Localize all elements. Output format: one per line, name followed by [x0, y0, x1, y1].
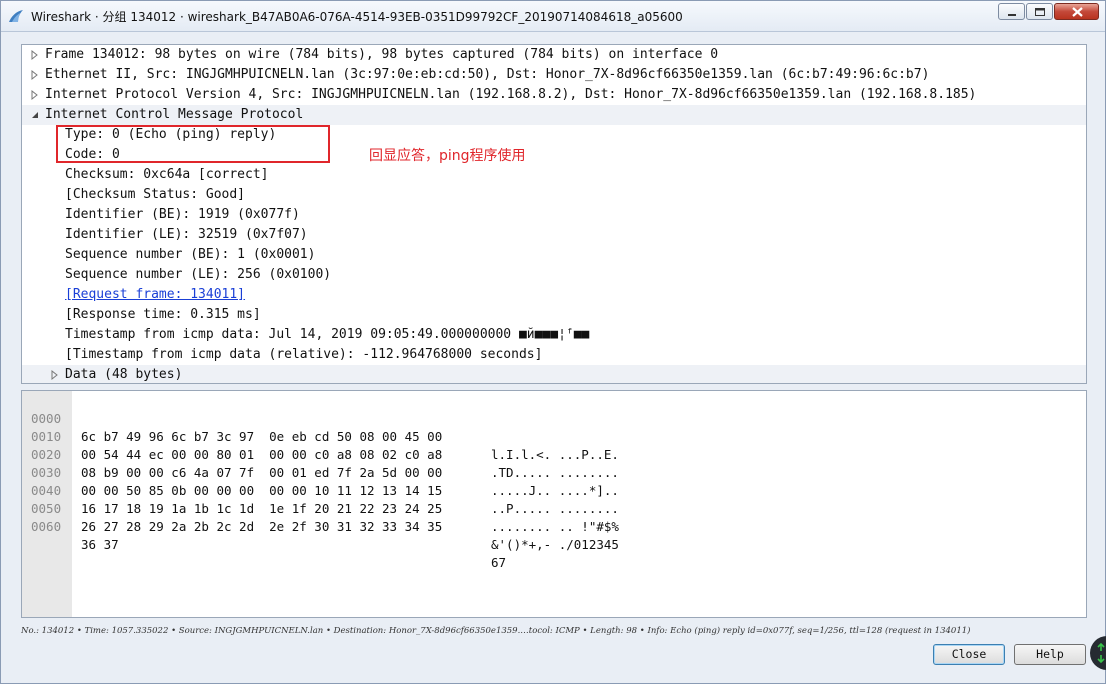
hex-bytes[interactable]: 26 27 28 29 2a 2b 2c 2d 2e 2f 30 31 32 3… [81, 518, 442, 536]
request-frame-link[interactable]: [Request frame: 134011] [65, 285, 245, 305]
hex-offset: 0060 [31, 519, 62, 534]
tree-row-label: Internet Control Message Protocol [45, 107, 304, 122]
hex-ascii[interactable]: l.I.l.<. ...P..E. [491, 446, 619, 464]
hex-row[interactable]: 0000 6c b7 49 96 6c b7 3c 97 0e eb cd 50… [22, 392, 619, 462]
hex-row[interactable]: 0030 00 00 50 85 0b 00 00 00 00 00 10 11… [22, 446, 619, 516]
tree-row-request-frame[interactable]: [Request frame: 134011] [22, 285, 1086, 305]
expand-arrow-icon[interactable] [30, 85, 40, 105]
tree-row-timestamp-relative[interactable]: [Timestamp from icmp data (relative): -1… [22, 345, 1086, 365]
hex-ascii[interactable]: .TD..... ........ [491, 464, 619, 482]
collapse-arrow-icon[interactable] [30, 105, 40, 125]
packet-summary-status: No.: 134012 • Time: 1057.335022 • Source… [21, 626, 971, 636]
tree-row-label: Internet Protocol Version 4, Src: INGJGM… [45, 87, 977, 102]
tree-row-code[interactable]: Code: 0 [22, 145, 1086, 165]
tree-row-seq-be[interactable]: Sequence number (BE): 1 (0x0001) [22, 245, 1086, 265]
close-icon [1072, 7, 1083, 17]
tree-row-label: Frame 134012: 98 bytes on wire (784 bits… [45, 47, 719, 62]
hex-bytes[interactable]: 36 37 [81, 536, 119, 554]
hex-row[interactable]: 0020 08 b9 00 00 c6 4a 07 7f 00 01 ed 7f… [22, 428, 619, 498]
help-button[interactable]: Help [1014, 644, 1086, 665]
tree-row-label: Code: 0 [65, 147, 120, 162]
network-activity-icon [1090, 636, 1106, 670]
tree-row-seq-le[interactable]: Sequence number (LE): 256 (0x0100) [22, 265, 1086, 285]
title-bar[interactable]: Wireshark · 分组 134012 · wireshark_B47AB0… [1, 1, 1105, 32]
tree-row-icmp[interactable]: Internet Control Message Protocol [22, 105, 1086, 125]
tree-row-label: Data (48 bytes) [65, 367, 183, 382]
tree-row-label: Type: 0 (Echo (ping) reply) [65, 127, 277, 142]
minimize-icon [1008, 14, 1016, 16]
hex-ascii[interactable]: .....J.. ....*].. [491, 482, 619, 500]
hex-bytes[interactable]: 6c b7 49 96 6c b7 3c 97 0e eb cd 50 08 0… [81, 428, 442, 446]
tree-row-checksum-status[interactable]: [Checksum Status: Good] [22, 185, 1086, 205]
tree-row-label: Sequence number (BE): 1 (0x0001) [65, 247, 316, 262]
tree-row-identifier-le[interactable]: Identifier (LE): 32519 (0x7f07) [22, 225, 1086, 245]
tree-row-identifier-be[interactable]: Identifier (BE): 1919 (0x077f) [22, 205, 1086, 225]
hex-bytes[interactable]: 00 00 50 85 0b 00 00 00 00 00 10 11 12 1… [81, 482, 442, 500]
expand-arrow-icon[interactable] [30, 65, 40, 85]
hex-ascii[interactable]: &'()*+,- ./012345 [491, 536, 619, 554]
window-close-button[interactable] [1054, 3, 1099, 20]
hex-ascii[interactable]: ..P..... ........ [491, 500, 619, 518]
minimize-button[interactable] [998, 3, 1025, 20]
close-button[interactable]: Close [933, 644, 1005, 665]
tree-row-label: Sequence number (LE): 256 (0x0100) [65, 267, 332, 282]
wireshark-fin-icon [9, 10, 23, 22]
packet-bytes-pane[interactable]: 0000 6c b7 49 96 6c b7 3c 97 0e eb cd 50… [21, 390, 1087, 618]
expand-arrow-icon[interactable] [30, 45, 40, 65]
tree-row-response-time[interactable]: [Response time: 0.315 ms] [22, 305, 1086, 325]
packet-window: Wireshark · 分组 134012 · wireshark_B47AB0… [0, 0, 1106, 684]
hex-bytes[interactable]: 00 54 44 ec 00 00 80 01 00 00 c0 a8 08 0… [81, 446, 442, 464]
tree-row-data[interactable]: Data (48 bytes) [22, 365, 1086, 384]
tree-row-label: [Checksum Status: Good] [65, 187, 246, 202]
maximize-icon [1035, 8, 1045, 16]
maximize-button[interactable] [1026, 3, 1053, 20]
window-title: Wireshark · 分组 134012 · wireshark_B47AB0… [31, 10, 683, 24]
hex-bytes[interactable]: 16 17 18 19 1a 1b 1c 1d 1e 1f 20 21 22 2… [81, 500, 442, 518]
tree-row-label: Identifier (BE): 1919 (0x077f) [65, 207, 300, 222]
hex-row[interactable]: 0060 36 37 67 [22, 500, 506, 570]
tree-row-ethernet[interactable]: Ethernet II, Src: INGJGMHPUICNELN.lan (3… [22, 65, 1086, 85]
hex-bytes[interactable]: 08 b9 00 00 c6 4a 07 7f 00 01 ed 7f 2a 5… [81, 464, 442, 482]
tree-row-label: [Response time: 0.315 ms] [65, 307, 261, 322]
hex-row[interactable]: 0010 00 54 44 ec 00 00 80 01 00 00 c0 a8… [22, 410, 619, 480]
tree-row-checksum[interactable]: Checksum: 0xc64a [correct] [22, 165, 1086, 185]
expand-arrow-icon[interactable] [50, 365, 60, 384]
packet-details-tree[interactable]: Frame 134012: 98 bytes on wire (784 bits… [21, 44, 1087, 384]
tree-row-label: Identifier (LE): 32519 (0x7f07) [65, 227, 308, 242]
tree-row-label: [Timestamp from icmp data (relative): -1… [65, 347, 543, 362]
tree-row-label: Checksum: 0xc64a [correct] [65, 167, 269, 182]
tree-row-frame[interactable]: Frame 134012: 98 bytes on wire (784 bits… [22, 45, 1086, 65]
hex-row[interactable]: 0040 16 17 18 19 1a 1b 1c 1d 1e 1f 20 21… [22, 464, 619, 534]
tree-row-label: Ethernet II, Src: INGJGMHPUICNELN.lan (3… [45, 67, 930, 82]
hex-ascii[interactable]: 67 [491, 554, 506, 572]
tree-row-timestamp[interactable]: Timestamp from icmp data: Jul 14, 2019 0… [22, 325, 1086, 345]
hex-ascii[interactable]: ........ .. !"#$% [491, 518, 619, 536]
tree-row-type[interactable]: Type: 0 (Echo (ping) reply) [22, 125, 1086, 145]
hex-row[interactable]: 0050 26 27 28 29 2a 2b 2c 2d 2e 2f 30 31… [22, 482, 619, 552]
tree-row-label: Timestamp from icmp data: Jul 14, 2019 0… [65, 327, 590, 342]
annotation-text: 回显应答，ping程序使用 [369, 148, 526, 164]
tree-row-ipv4[interactable]: Internet Protocol Version 4, Src: INGJGM… [22, 85, 1086, 105]
